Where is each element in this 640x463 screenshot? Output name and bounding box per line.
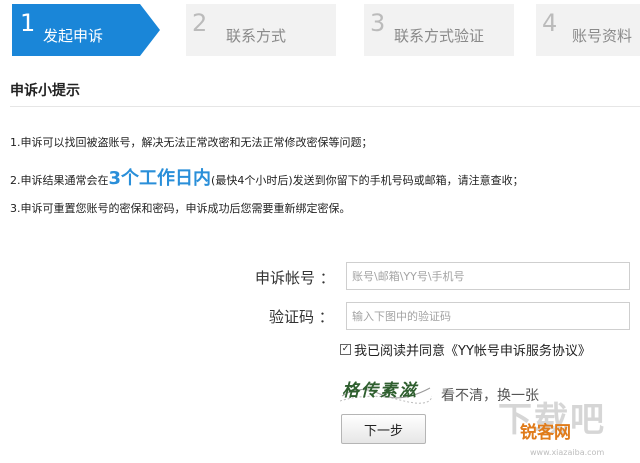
account-input[interactable] [346,262,630,290]
tip-1: 1.申诉可以找回被盗账号，解决无法正常改密和无法正常修改密保等问题； [10,136,373,149]
step-4: 4 账号资料 [536,4,640,56]
divider [10,106,640,107]
step-4-number: 4 [542,9,558,37]
step-2-label: 联系方式 [226,27,287,45]
progress-steps: 1 发起申诉 2 联系方式 3 联系方式验证 4 账号资料 [0,0,640,60]
tips-title: 申诉小提示 [10,83,80,99]
step-2-number: 2 [192,9,208,37]
step-3-number: 3 [370,9,386,37]
captcha-code-input[interactable] [346,302,630,330]
next-button[interactable]: 下一步 [341,414,426,444]
captcha-code-label: 验证码 ： [269,308,334,326]
step-1: 1 发起申诉 [12,4,160,56]
tip-2: 2.申诉结果通常会在3个工作日内(最快4个小时后)发送到你留下的手机号码或邮箱，… [10,164,524,190]
watermark-brand: 锐客网 [520,423,571,443]
tip-2-suffix: (最快4个小时后)发送到你留下的手机号码或邮箱，请注意查收； [211,174,524,187]
captcha-image[interactable]: 格传素滋 [340,374,432,404]
agree-text[interactable]: 我已阅读并同意《YY帐号申诉服务协议》 [354,340,591,359]
tip-3: 3.申诉可重置您账号的密保和密码，申诉成功后您需要重新绑定密保。 [10,202,351,215]
tip-2-prefix: 2.申诉结果通常会在 [10,174,109,187]
captcha-text: 格传素滋 [342,381,418,401]
step-3: 3 联系方式验证 [364,4,514,56]
step-2: 2 联系方式 [186,4,336,56]
agree-row: ✓ 我已阅读并同意《YY帐号申诉服务协议》 [340,340,591,359]
step-4-label: 账号资料 [572,27,633,45]
agree-checkbox[interactable]: ✓ [340,344,351,355]
watermark-url: www.xiazaiba.com [530,448,605,457]
account-label: 申诉帐号 ： [255,269,335,287]
step-3-label: 联系方式验证 [394,27,485,45]
step-1-number: 1 [20,9,36,37]
tip-2-highlight: 3个工作日内 [108,168,212,189]
step-1-label: 发起申诉 [43,27,104,45]
